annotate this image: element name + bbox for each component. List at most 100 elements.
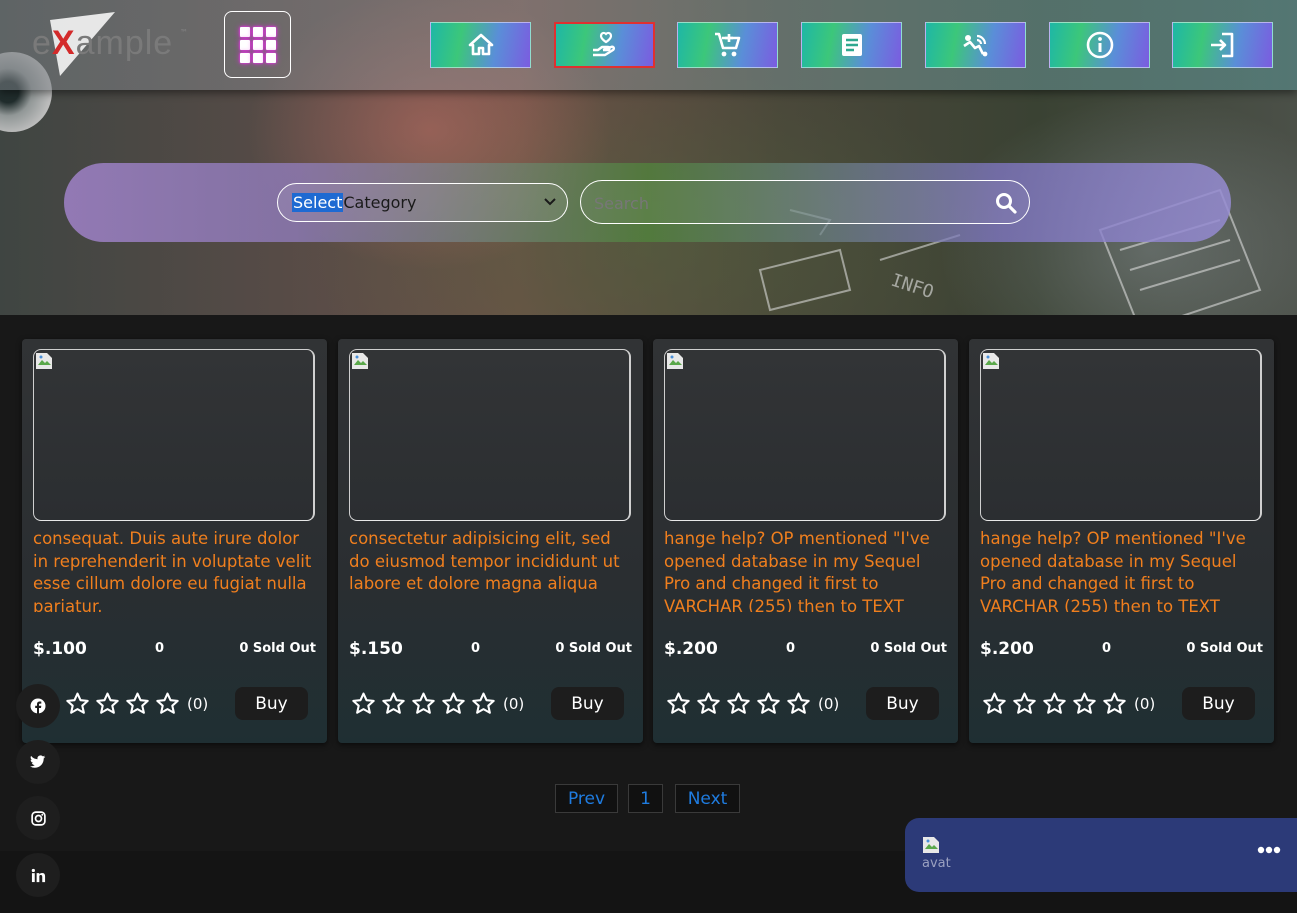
more-dots-icon[interactable]	[1257, 846, 1281, 854]
search-field	[580, 180, 1030, 224]
star-outline-icon[interactable]	[441, 691, 466, 716]
product-image[interactable]	[664, 349, 946, 521]
product-image[interactable]	[349, 349, 631, 521]
star-outline-icon[interactable]	[381, 691, 406, 716]
svg-text:INFO: INFO	[888, 270, 936, 303]
broken-image-icon	[667, 353, 683, 369]
star-outline-icon[interactable]	[1042, 691, 1067, 716]
grid-icon	[239, 26, 276, 63]
category-select-highlight: Select	[292, 193, 344, 212]
info-icon	[1086, 31, 1113, 59]
star-outline-icon[interactable]	[666, 691, 691, 716]
product-description[interactable]: consequat. Duis aute irure dolor in repr…	[33, 528, 319, 612]
review-count: (0)	[1134, 694, 1156, 713]
star-outline-icon[interactable]	[411, 691, 436, 716]
star-outline-icon[interactable]	[351, 691, 376, 716]
broken-image-icon	[36, 353, 52, 369]
star-outline-icon[interactable]	[696, 691, 721, 716]
nav-blog-button[interactable]	[801, 22, 902, 68]
star-outline-icon[interactable]	[756, 691, 781, 716]
search-icon[interactable]	[995, 192, 1017, 214]
nav-donate-button[interactable]	[554, 22, 655, 68]
product-card: consectetur adipisicing elit, sed do eiu…	[338, 339, 643, 743]
top-navigation-bar: eXample ™	[0, 0, 1297, 90]
pagination-prev-button[interactable]: Prev	[555, 784, 618, 813]
nav-login-button[interactable]	[1172, 22, 1273, 68]
product-sold-out: 0 Sold Out	[555, 641, 632, 656]
logo-text-x: X	[51, 24, 76, 62]
star-outline-icon[interactable]	[1012, 691, 1037, 716]
product-card: hange help? OP mentioned "I've opened da…	[969, 339, 1274, 743]
product-description[interactable]: hange help? OP mentioned "I've opened da…	[980, 528, 1266, 612]
product-rating[interactable]: (0)	[666, 691, 839, 716]
star-outline-icon[interactable]	[982, 691, 1007, 716]
nav-home-button[interactable]	[430, 22, 531, 68]
search-input[interactable]	[592, 191, 976, 215]
star-outline-icon[interactable]	[1102, 691, 1127, 716]
people-signal-icon	[962, 34, 987, 57]
buy-button[interactable]: Buy	[235, 687, 308, 720]
star-outline-icon[interactable]	[786, 691, 811, 716]
category-select[interactable]: Select Category	[277, 183, 568, 222]
linkedin-icon	[31, 868, 45, 882]
review-count: (0)	[503, 694, 525, 713]
product-card: hange help? OP mentioned "I've opened da…	[653, 339, 958, 743]
product-price: $.200	[980, 639, 1034, 659]
star-outline-icon[interactable]	[65, 691, 90, 716]
nav-community-button[interactable]	[925, 22, 1026, 68]
product-price: $.200	[664, 639, 718, 659]
broken-image-icon	[352, 353, 368, 369]
social-twitter-button[interactable]	[16, 740, 60, 784]
product-stock-count: 0	[471, 641, 481, 656]
social-facebook-button[interactable]	[16, 684, 60, 728]
product-rating[interactable]: (0)	[35, 691, 208, 716]
login-icon	[1210, 32, 1233, 58]
review-count: (0)	[187, 694, 209, 713]
broken-image-icon	[923, 837, 939, 853]
star-outline-icon[interactable]	[1072, 691, 1097, 716]
chevron-down-icon	[544, 198, 556, 206]
social-instagram-button[interactable]	[16, 796, 60, 840]
star-outline-icon[interactable]	[125, 691, 150, 716]
logo-text-e: e	[32, 24, 52, 62]
logo-text-ample: ample	[75, 24, 174, 62]
nav-about-button[interactable]	[1049, 22, 1150, 68]
product-rating[interactable]: (0)	[351, 691, 524, 716]
product-image[interactable]	[33, 349, 315, 521]
twitter-icon	[30, 755, 46, 768]
product-card: consequat. Duis aute irure dolor in repr…	[22, 339, 327, 743]
product-image[interactable]	[980, 349, 1262, 521]
star-outline-icon[interactable]	[155, 691, 180, 716]
product-stock-count: 0	[786, 641, 796, 656]
product-description[interactable]: consectetur adipisicing elit, sed do eiu…	[349, 528, 635, 612]
hand-heart-icon	[592, 31, 615, 57]
pagination-page-1[interactable]: 1	[628, 784, 663, 813]
product-description[interactable]: hange help? OP mentioned "I've opened da…	[664, 528, 950, 612]
buy-button[interactable]: Buy	[1182, 687, 1255, 720]
product-stock-count: 0	[1102, 641, 1112, 656]
broken-image-icon	[983, 353, 999, 369]
apps-menu-button[interactable]	[224, 11, 291, 78]
chat-widget[interactable]: avat	[905, 818, 1297, 892]
chat-avatar-alt-text: avat	[922, 856, 951, 871]
product-rating[interactable]: (0)	[982, 691, 1155, 716]
star-outline-icon[interactable]	[726, 691, 751, 716]
buy-button[interactable]: Buy	[551, 687, 624, 720]
product-price: $.100	[33, 639, 87, 659]
facebook-icon	[30, 698, 46, 714]
product-stock-count: 0	[155, 641, 165, 656]
home-icon	[468, 33, 493, 56]
review-count: (0)	[818, 694, 840, 713]
buy-button[interactable]: Buy	[866, 687, 939, 720]
social-linkedin-button[interactable]	[16, 853, 60, 897]
nav-cart-button[interactable]	[677, 22, 778, 68]
site-logo[interactable]: eXample ™	[30, 12, 190, 78]
category-select-label: Category	[343, 193, 417, 212]
logo-trademark: ™	[180, 28, 188, 37]
instagram-icon	[30, 810, 46, 826]
product-price: $.150	[349, 639, 403, 659]
star-outline-icon[interactable]	[471, 691, 496, 716]
star-outline-icon[interactable]	[95, 691, 120, 716]
pagination-next-button[interactable]: Next	[675, 784, 740, 813]
chat-avatar: avat	[922, 836, 962, 874]
